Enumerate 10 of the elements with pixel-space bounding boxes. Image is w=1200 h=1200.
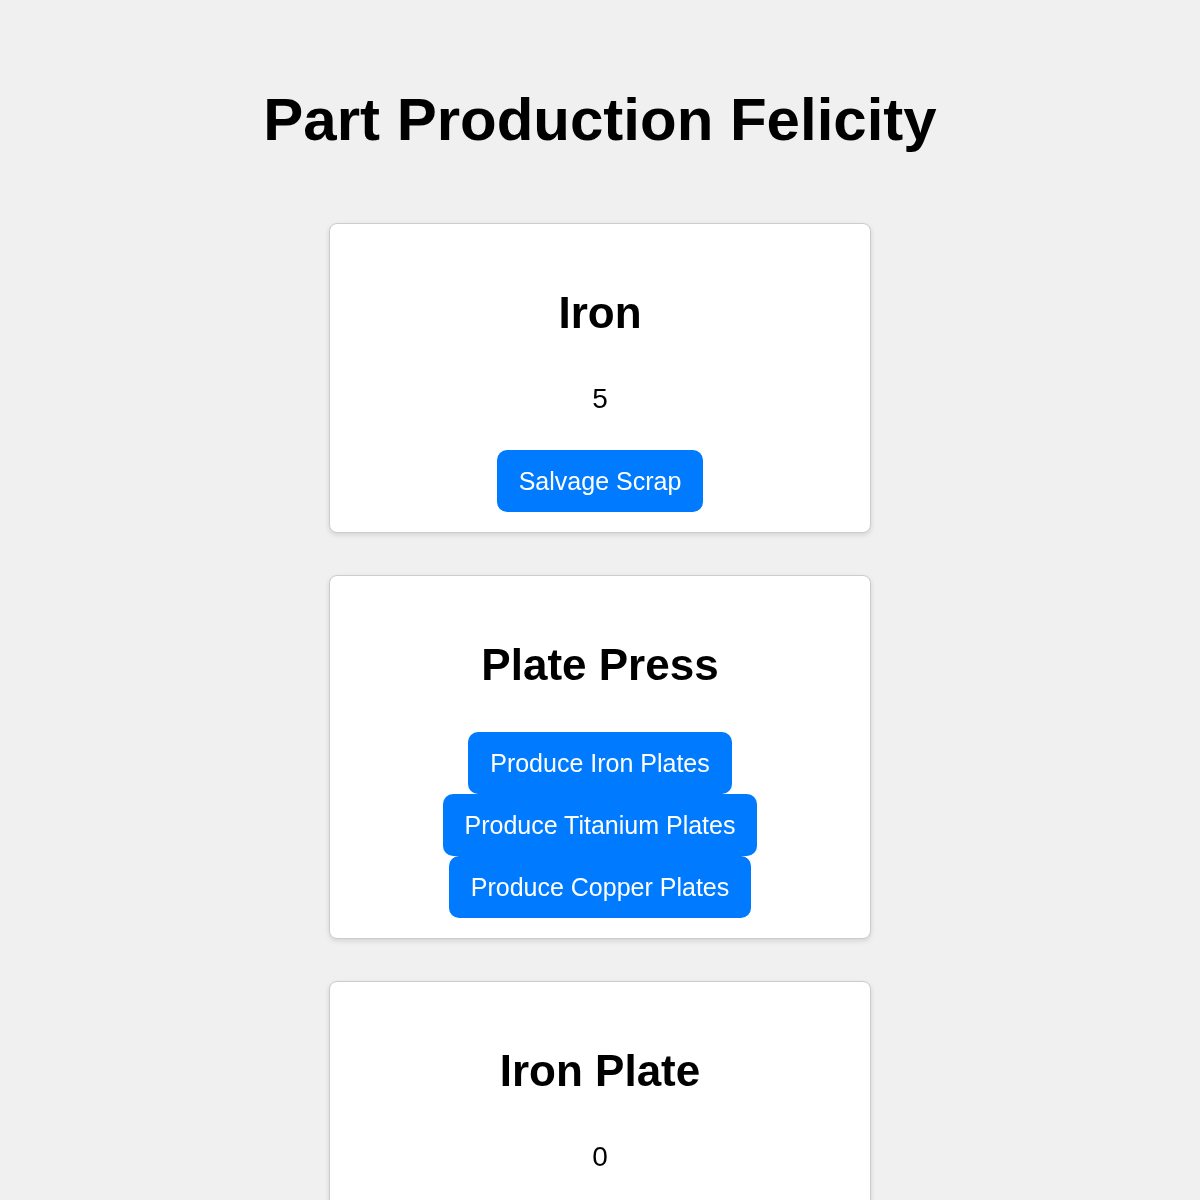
action-button[interactable]: Salvage Scrap xyxy=(496,450,704,512)
action-button[interactable]: Produce Copper Plates xyxy=(448,856,752,918)
card-title: Iron xyxy=(558,287,642,339)
resource-count: 5 xyxy=(592,382,608,416)
resource-count: 0 xyxy=(592,1140,608,1174)
action-button[interactable]: Produce Iron Plates xyxy=(468,732,732,794)
card-title: Plate Press xyxy=(481,639,719,691)
card-title: Iron Plate xyxy=(499,1045,701,1097)
page-title: Part Production Felicity xyxy=(263,85,937,155)
action-button[interactable]: Produce Titanium Plates xyxy=(442,794,758,856)
